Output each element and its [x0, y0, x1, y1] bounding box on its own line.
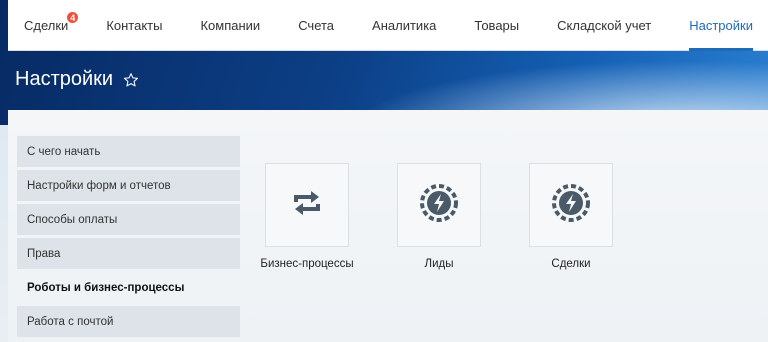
sidebar-item-label: С чего начать: [27, 145, 101, 158]
sidebar-item-label: Настройки форм и отчетов: [27, 179, 171, 192]
tile-business-processes[interactable]: [265, 163, 349, 247]
tab-analytics[interactable]: Аналитика: [353, 0, 455, 51]
sidebar-item-label: Работа с почтой: [27, 315, 114, 328]
tab-companies[interactable]: Компании: [181, 0, 279, 51]
tab-deals[interactable]: Сделки 4: [8, 0, 87, 51]
sidebar-item-forms-reports[interactable]: Настройки форм и отчетов: [17, 170, 240, 201]
settings-sidebar: С чего начать Настройки форм и отчетов С…: [17, 136, 240, 340]
tab-label: Аналитика: [372, 17, 437, 33]
tile-deals[interactable]: [529, 163, 613, 247]
tab-label: Настройки: [689, 17, 753, 33]
robot-gear-icon: [551, 183, 591, 228]
tab-inventory[interactable]: Складской учет: [538, 0, 670, 51]
tab-invoices[interactable]: Счета: [279, 0, 353, 51]
tab-label: Товары: [474, 17, 520, 33]
tab-label: Складской учет: [557, 17, 652, 33]
top-navigation: Сделки 4 Контакты Компании Счета Аналити…: [8, 0, 768, 51]
sidebar-item-robots-processes[interactable]: Роботы и бизнес-процессы: [17, 272, 240, 303]
sidebar-item-label: Способы оплаты: [27, 213, 118, 226]
tab-label: Контакты: [106, 17, 163, 33]
tab-label: Сделки: [24, 17, 69, 33]
tab-settings[interactable]: Настройки: [670, 0, 768, 51]
tab-products[interactable]: Товары: [455, 0, 538, 51]
tile-label: Сделки: [551, 258, 591, 270]
notification-badge: 4: [66, 10, 80, 24]
page-header: Настройки: [15, 68, 139, 91]
sidebar-item-mail[interactable]: Работа с почтой: [17, 306, 240, 337]
sidebar-item-label: Права: [27, 247, 61, 260]
sidebar-item-label: Роботы и бизнес-процессы: [27, 281, 185, 294]
tile-label: Бизнес-процессы: [260, 258, 354, 270]
tab-label: Компании: [200, 17, 261, 33]
star-outline-icon[interactable]: [123, 72, 139, 88]
refresh-arrows-icon: [291, 189, 323, 222]
tab-label: Счета: [298, 17, 335, 33]
sidebar-item-permissions[interactable]: Права: [17, 238, 240, 269]
tab-contacts[interactable]: Контакты: [87, 0, 181, 51]
sidebar-item-payment-methods[interactable]: Способы оплаты: [17, 204, 240, 235]
tile-leads[interactable]: [397, 163, 481, 247]
sidebar-item-getting-started[interactable]: С чего начать: [17, 136, 240, 167]
robot-gear-icon: [419, 183, 459, 228]
tile-label: Лиды: [424, 258, 454, 270]
page-title: Настройки: [15, 68, 114, 90]
